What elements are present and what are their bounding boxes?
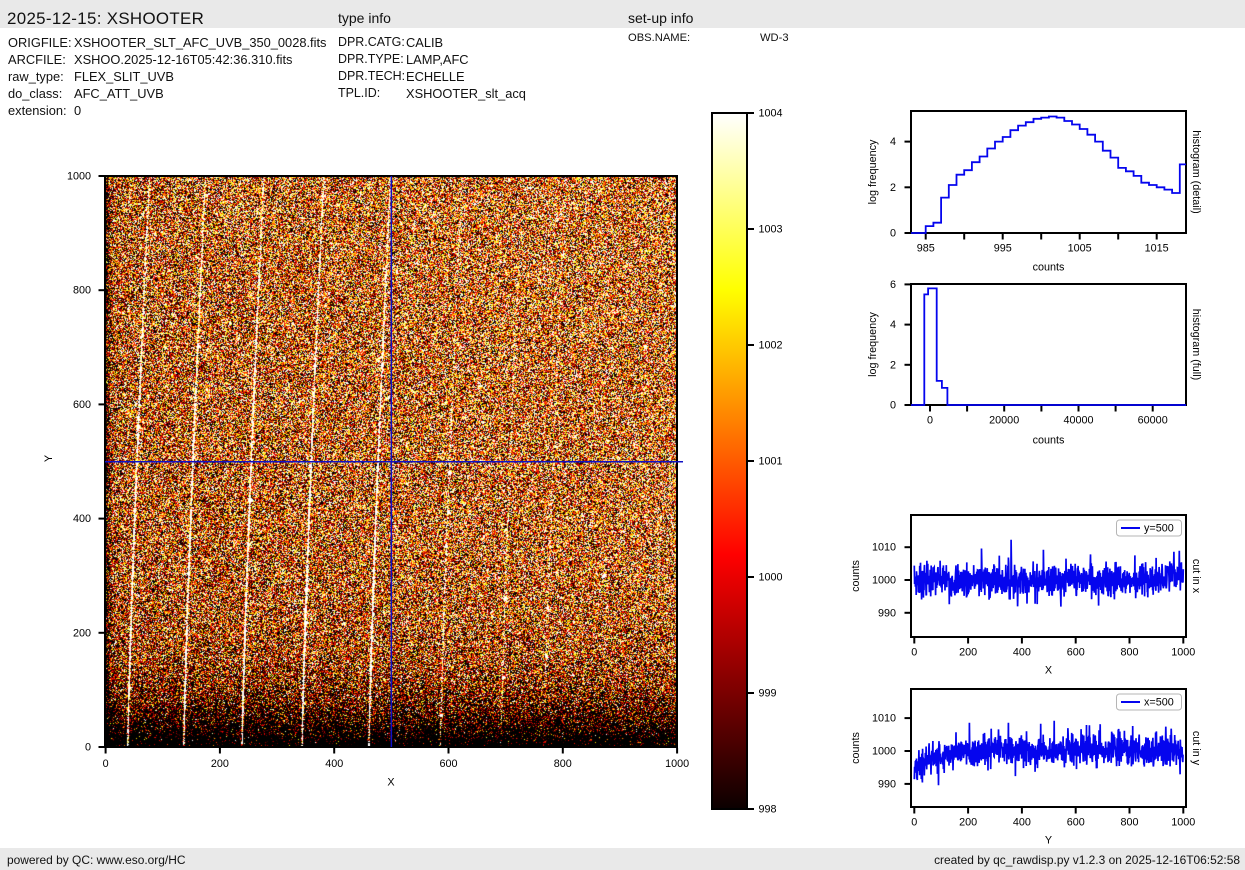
svg-text:X: X xyxy=(1045,665,1052,677)
svg-text:cut in x: cut in x xyxy=(1190,559,1202,594)
svg-text:1002: 1002 xyxy=(759,340,783,352)
svg-text:1001: 1001 xyxy=(759,456,783,468)
svg-text:Y: Y xyxy=(1045,835,1052,847)
svg-text:1015: 1015 xyxy=(1145,243,1169,255)
svg-text:0: 0 xyxy=(911,647,917,659)
svg-text:200: 200 xyxy=(73,627,91,639)
svg-text:2: 2 xyxy=(890,359,896,371)
svg-text:Y: Y xyxy=(43,455,55,462)
svg-text:cut in y: cut in y xyxy=(1190,731,1202,766)
svg-text:1010: 1010 xyxy=(872,542,896,554)
svg-text:1000: 1000 xyxy=(872,746,896,758)
svg-text:400: 400 xyxy=(1013,647,1031,659)
svg-text:counts: counts xyxy=(1033,435,1065,447)
svg-text:600: 600 xyxy=(439,758,457,770)
svg-text:60000: 60000 xyxy=(1138,415,1168,427)
svg-text:999: 999 xyxy=(759,688,777,700)
svg-text:1003: 1003 xyxy=(759,224,783,236)
svg-text:400: 400 xyxy=(73,513,91,525)
svg-text:X: X xyxy=(387,777,394,789)
svg-text:4: 4 xyxy=(890,319,896,331)
svg-text:1004: 1004 xyxy=(759,108,783,120)
svg-text:400: 400 xyxy=(1013,817,1031,829)
svg-text:600: 600 xyxy=(73,399,91,411)
svg-text:0: 0 xyxy=(927,415,933,427)
svg-text:400: 400 xyxy=(325,758,343,770)
svg-text:800: 800 xyxy=(73,285,91,297)
svg-text:1000: 1000 xyxy=(1171,817,1195,829)
svg-text:990: 990 xyxy=(878,778,896,790)
svg-text:x=500: x=500 xyxy=(1144,697,1174,709)
svg-text:0: 0 xyxy=(911,817,917,829)
svg-text:1000: 1000 xyxy=(1171,647,1195,659)
svg-text:1000: 1000 xyxy=(665,758,689,770)
svg-text:0: 0 xyxy=(890,228,896,240)
svg-text:1000: 1000 xyxy=(759,572,783,584)
svg-text:0: 0 xyxy=(85,742,91,754)
svg-text:800: 800 xyxy=(554,758,572,770)
svg-text:0: 0 xyxy=(103,758,109,770)
svg-text:800: 800 xyxy=(1120,647,1138,659)
svg-text:histogram (full): histogram (full) xyxy=(1190,309,1202,380)
svg-text:2: 2 xyxy=(890,182,896,194)
svg-text:985: 985 xyxy=(917,243,935,255)
svg-text:0: 0 xyxy=(890,400,896,412)
svg-text:histogram (detail): histogram (detail) xyxy=(1190,130,1202,213)
svg-text:6: 6 xyxy=(890,279,896,291)
svg-text:1000: 1000 xyxy=(67,171,91,183)
svg-text:600: 600 xyxy=(1067,647,1085,659)
svg-text:1010: 1010 xyxy=(872,713,896,725)
svg-text:990: 990 xyxy=(878,607,896,619)
svg-text:200: 200 xyxy=(959,647,977,659)
svg-text:log frequency: log frequency xyxy=(867,311,879,376)
svg-text:995: 995 xyxy=(994,243,1012,255)
svg-text:600: 600 xyxy=(1067,817,1085,829)
svg-text:1000: 1000 xyxy=(872,575,896,587)
svg-text:200: 200 xyxy=(959,817,977,829)
svg-text:log frequency: log frequency xyxy=(867,139,879,204)
svg-text:20000: 20000 xyxy=(989,415,1019,427)
svg-text:counts: counts xyxy=(1033,262,1065,274)
svg-text:40000: 40000 xyxy=(1063,415,1093,427)
svg-text:y=500: y=500 xyxy=(1144,523,1174,535)
svg-text:1005: 1005 xyxy=(1068,243,1092,255)
svg-text:800: 800 xyxy=(1120,817,1138,829)
svg-text:200: 200 xyxy=(211,758,229,770)
svg-text:counts: counts xyxy=(850,731,862,763)
svg-text:counts: counts xyxy=(850,559,862,591)
svg-text:998: 998 xyxy=(759,804,777,816)
svg-text:4: 4 xyxy=(890,136,896,148)
